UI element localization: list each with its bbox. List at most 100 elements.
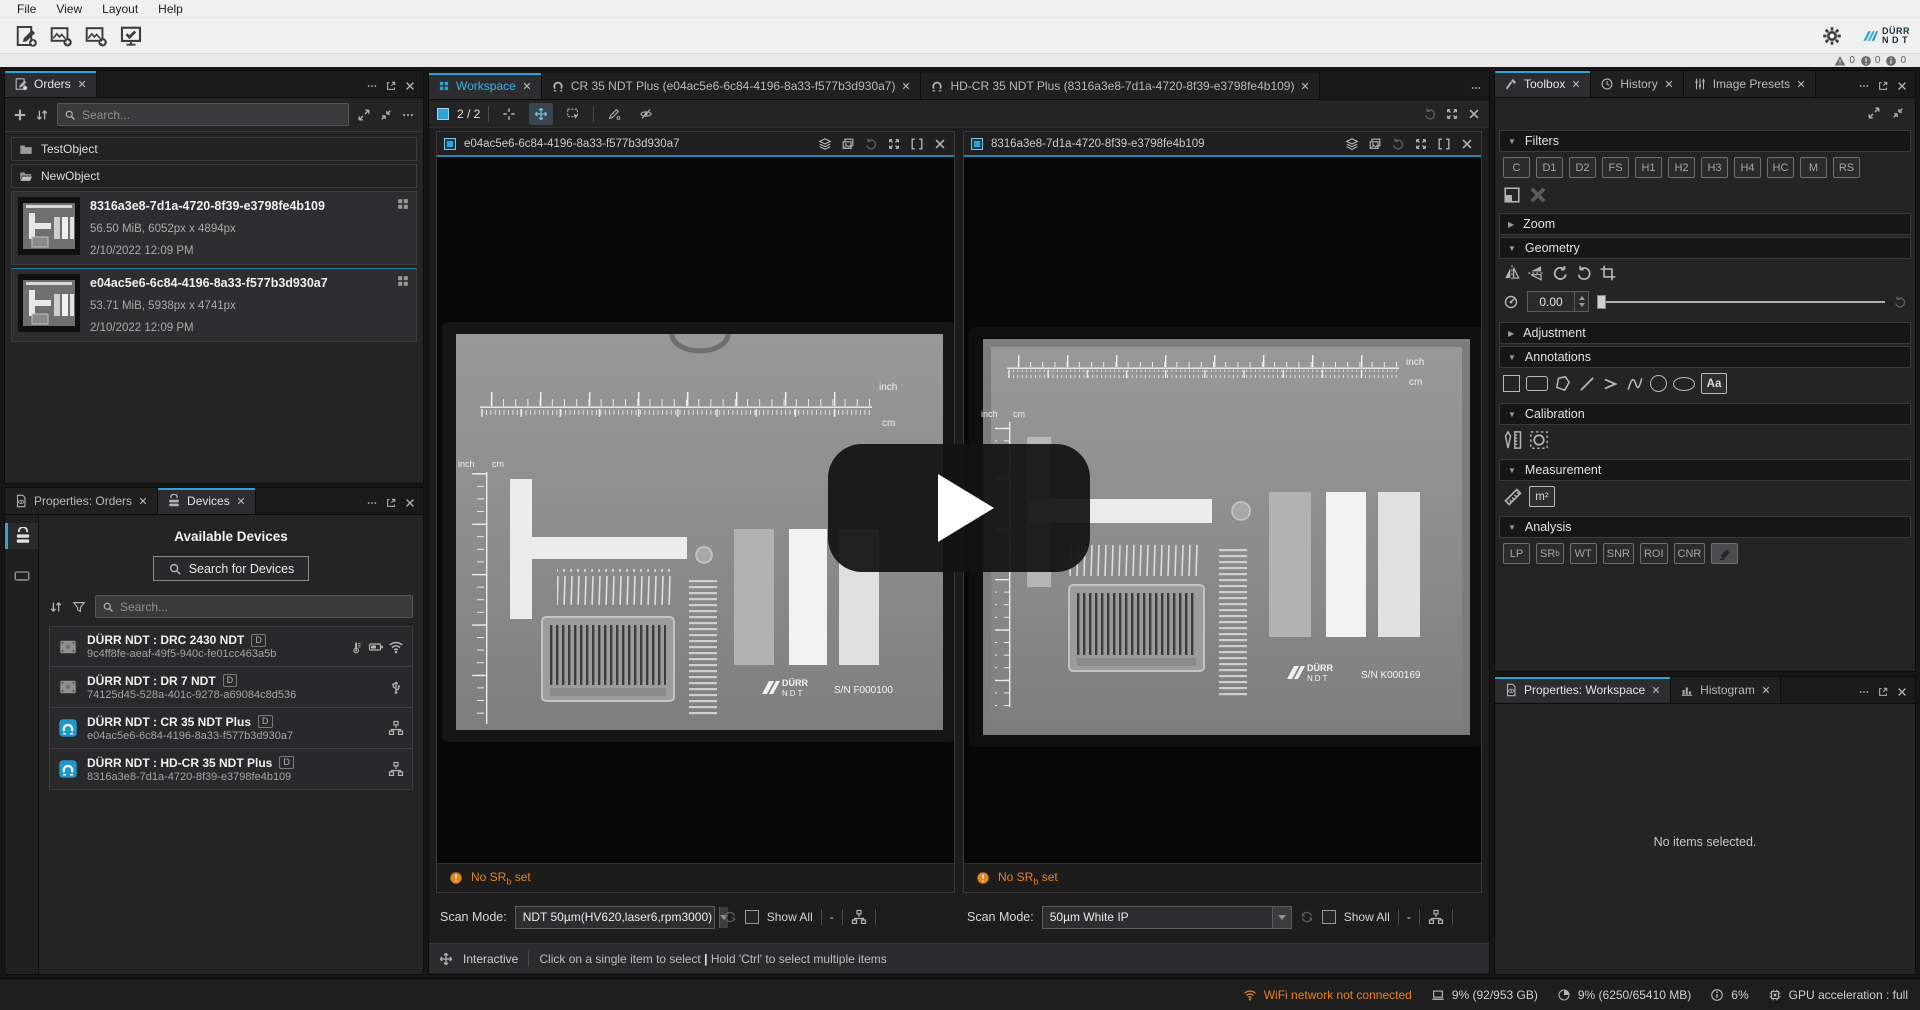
circle-annotation-icon[interactable] [1650, 375, 1667, 392]
section-adjustment[interactable]: ▶Adjustment [1499, 322, 1911, 344]
close-icon[interactable] [1896, 80, 1908, 92]
menu-help[interactable]: Help [149, 1, 192, 17]
polygon-annotation-icon[interactable] [1554, 375, 1572, 393]
tab-cr35[interactable]: CR 35 NDT Plus (e04ac5e6-6c84-4196-8a33-… [542, 73, 922, 99]
refresh-icon[interactable] [1300, 910, 1314, 924]
filter-d2-button[interactable]: D2 [1569, 157, 1596, 178]
order-item[interactable]: e04ac5e6-6c84-4196-8a33-f577b3d930a7 53.… [11, 268, 417, 342]
rotate-cw-icon[interactable] [1551, 264, 1569, 282]
analysis-profile-tool[interactable] [1711, 543, 1738, 564]
flip-vertical-icon[interactable] [1527, 264, 1545, 282]
section-calibration[interactable]: ▼Calibration [1499, 403, 1911, 425]
image-stack-icon[interactable] [1368, 137, 1382, 151]
hide-annotations-tool[interactable] [634, 103, 658, 125]
order-item[interactable]: 8316a3e8-7d1a-4720-8f39-e3798fe4b109 56.… [11, 191, 417, 265]
measure-area-button[interactable]: m² [1529, 486, 1555, 507]
section-annotations[interactable]: ▼Annotations [1499, 346, 1911, 368]
refresh-icon[interactable] [723, 910, 737, 924]
annotate-pen-tool[interactable] [602, 103, 626, 125]
curve-annotation-icon[interactable] [1626, 375, 1644, 393]
show-all-checkbox[interactable] [745, 910, 759, 924]
filter-h3-button[interactable]: H3 [1701, 157, 1728, 178]
popout-icon[interactable] [1877, 80, 1889, 92]
section-analysis[interactable]: ▼Analysis [1499, 516, 1911, 538]
filter-fs-button[interactable]: FS [1602, 157, 1629, 178]
cpu-status[interactable]: 6% [1710, 988, 1748, 1002]
reset-view-icon[interactable] [1423, 107, 1437, 121]
text-annotation-button[interactable]: Aa [1701, 373, 1727, 394]
close-icon[interactable] [1664, 79, 1674, 89]
calibrate-length-icon[interactable] [1503, 430, 1523, 450]
rotate-dial-icon[interactable] [1503, 294, 1519, 310]
device-row-hdcr35[interactable]: DÜRR NDT : HD-CR 35 NDT Plus D 8316a3e8-… [49, 749, 413, 790]
maximize-icon[interactable] [887, 137, 901, 151]
panel-menu-icon[interactable] [1858, 80, 1870, 92]
tab-hdcr35[interactable]: HD-CR 35 NDT Plus (8316a3e8-7d1a-4720-8f… [921, 73, 1320, 99]
measure-length-icon[interactable] [1503, 487, 1523, 507]
filter-h4-button[interactable]: H4 [1734, 157, 1761, 178]
more-options-icon[interactable] [401, 108, 415, 122]
popout-icon[interactable] [385, 497, 397, 509]
show-all-checkbox[interactable] [1322, 910, 1336, 924]
tab-image-presets[interactable]: Image Presets [1684, 71, 1816, 97]
close-icon[interactable] [1300, 81, 1310, 91]
settings-gear-icon[interactable] [1816, 22, 1848, 50]
crop-icon[interactable] [1599, 264, 1617, 282]
filter-hc-button[interactable]: HC [1767, 157, 1794, 178]
expand-all-icon[interactable] [1867, 106, 1881, 120]
sort-icon[interactable] [49, 600, 63, 614]
tab-properties-workspace[interactable]: Properties: Workspace [1495, 677, 1671, 703]
line-annotation-icon[interactable] [1578, 375, 1596, 393]
orders-search-input[interactable] [82, 108, 342, 122]
close-icon[interactable] [404, 497, 416, 509]
reset-icon[interactable] [1391, 137, 1405, 151]
scan-mode-select[interactable]: 50µm White IP [1042, 906, 1292, 929]
popout-icon[interactable] [1877, 686, 1889, 698]
device-row-dr7[interactable]: DÜRR NDT : DR 7 NDT D 74125d45-528a-401c… [49, 667, 413, 708]
filter-rs-button[interactable]: RS [1833, 157, 1860, 178]
filter-c-button[interactable]: C [1503, 157, 1530, 178]
reset-icon[interactable] [864, 137, 878, 151]
collapse-all-icon[interactable] [1891, 106, 1905, 120]
pan-tool[interactable] [529, 103, 553, 125]
layers-icon[interactable] [1345, 137, 1359, 151]
grid-view-icon[interactable] [396, 274, 410, 288]
section-filters[interactable]: ▼Filters [1499, 130, 1911, 152]
panel-menu-icon[interactable] [366, 80, 378, 92]
gpu-status[interactable]: GPU acceleration : full [1768, 988, 1908, 1002]
analysis-cnr-button[interactable]: CNR [1674, 543, 1706, 564]
tab-workspace[interactable]: Workspace [429, 73, 542, 99]
devices-search-input[interactable] [120, 600, 406, 614]
new-order-icon[interactable] [10, 22, 42, 50]
tab-toolbox[interactable]: Toolbox [1495, 71, 1591, 97]
folder-testobject[interactable]: TestObject [11, 137, 417, 161]
menu-file[interactable]: File [8, 1, 45, 17]
expand-all-icon[interactable] [357, 108, 371, 122]
video-play-overlay[interactable] [828, 444, 1090, 572]
square-annotation-icon[interactable] [1503, 375, 1520, 392]
info-counter[interactable]: 0 [1885, 55, 1906, 67]
filter-h2-button[interactable]: H2 [1668, 157, 1695, 178]
collapse-all-icon[interactable] [379, 108, 393, 122]
rect-select-tool[interactable] [561, 103, 585, 125]
close-icon[interactable] [1761, 685, 1771, 695]
close-icon[interactable] [522, 81, 532, 91]
scan-mode-select[interactable]: NDT 50µm(HV620,laser6,rpm3000) [515, 906, 715, 929]
folder-newobject[interactable]: NewObject [11, 164, 417, 188]
ellipse-annotation-icon[interactable] [1673, 377, 1695, 391]
tab-overflow-icon[interactable] [1470, 82, 1482, 94]
section-zoom[interactable]: ▶Zoom [1499, 213, 1911, 235]
filter-d1-button[interactable]: D1 [1536, 157, 1563, 178]
device-row-cr35[interactable]: DÜRR NDT : CR 35 NDT Plus D e04ac5e6-6c8… [49, 708, 413, 749]
sort-icon[interactable] [35, 108, 49, 122]
panel-menu-icon[interactable] [1858, 686, 1870, 698]
acquisition-monitor-icon[interactable] [115, 22, 147, 50]
polyline-annotation-icon[interactable] [1602, 375, 1620, 393]
section-geometry[interactable]: ▼Geometry [1499, 237, 1911, 259]
close-icon[interactable] [77, 79, 87, 89]
maximize-icon[interactable] [1414, 137, 1428, 151]
warning-counter[interactable]: 0 [1834, 55, 1855, 67]
analysis-roi-button[interactable]: ROI [1640, 543, 1668, 564]
menu-view[interactable]: View [47, 1, 91, 17]
device-list-view-icon[interactable] [5, 523, 38, 549]
